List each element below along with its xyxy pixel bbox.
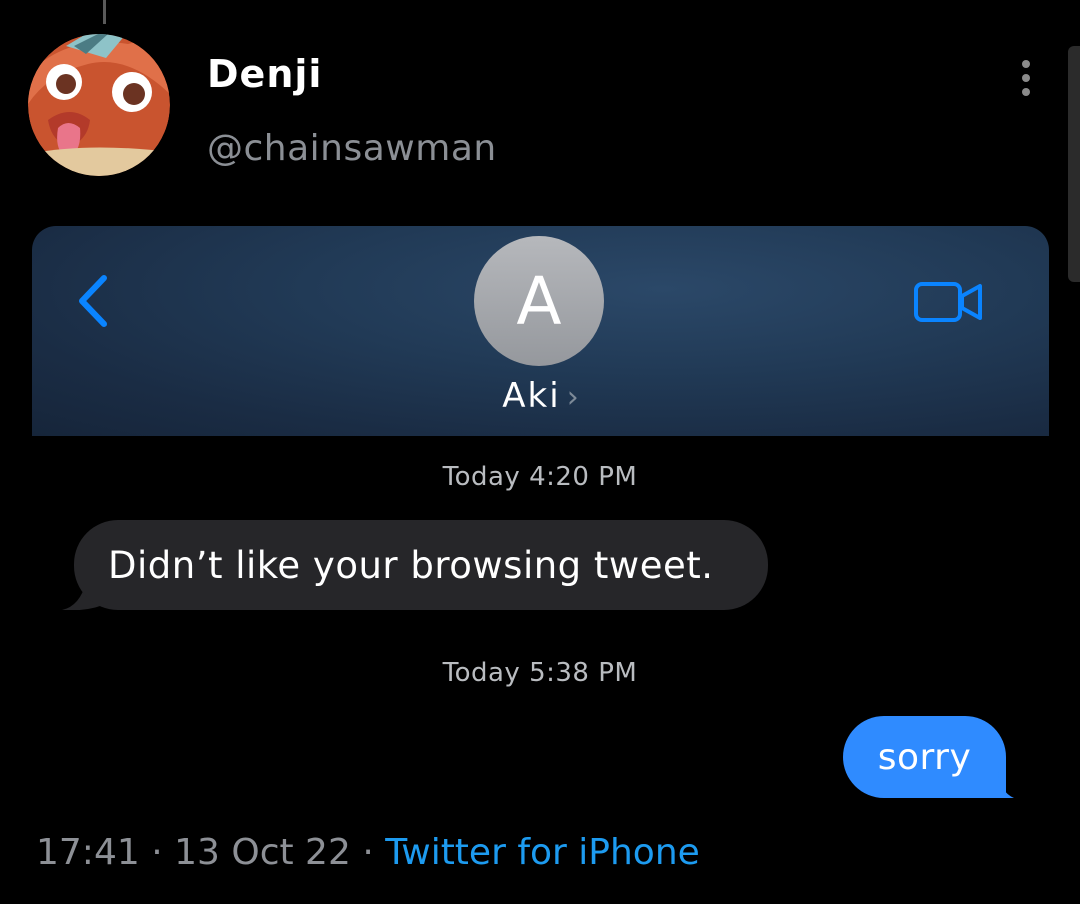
received-message-text: Didn’t like your browsing tweet. — [108, 543, 714, 587]
sent-message-text: sorry — [877, 736, 972, 778]
thread-connector-line — [103, 0, 106, 24]
separator-dot: · — [362, 832, 374, 873]
contact-name-button[interactable]: Aki › — [32, 376, 1049, 416]
sent-message-bubble[interactable]: sorry — [843, 716, 1006, 798]
tweet-metadata: 17:41 · 13 Oct 22 · Twitter for iPhone — [36, 832, 700, 873]
more-vertical-icon-dot — [1022, 74, 1030, 82]
more-vertical-icon-dot — [1022, 88, 1030, 96]
separator-dot: · — [151, 832, 163, 873]
more-vertical-icon — [1022, 60, 1030, 68]
user-handle[interactable]: @chainsawman — [207, 128, 497, 169]
tweet-date[interactable]: 13 Oct 22 — [174, 832, 351, 873]
sent-bubble-tail — [988, 772, 1014, 798]
contact-avatar[interactable]: A — [474, 236, 604, 366]
video-camera-icon[interactable] — [912, 278, 986, 326]
tweet-time[interactable]: 17:41 — [36, 832, 140, 873]
display-name[interactable]: Denji — [207, 52, 322, 96]
imessage-header: A Aki › — [32, 226, 1049, 436]
tweet-source-link[interactable]: Twitter for iPhone — [385, 832, 700, 873]
more-options-button[interactable] — [1010, 56, 1042, 100]
scrollbar[interactable] — [1068, 46, 1080, 282]
chainsaw-devil-avatar-icon — [28, 34, 170, 176]
contact-name: Aki — [502, 376, 561, 416]
chevron-left-icon[interactable] — [76, 274, 110, 328]
chevron-right-icon: › — [566, 380, 579, 415]
message-timestamp: Today 4:20 PM — [442, 462, 638, 492]
received-message-bubble[interactable]: Didn’t like your browsing tweet. — [74, 520, 768, 610]
message-timestamp: Today 5:38 PM — [442, 658, 638, 688]
avatar[interactable] — [28, 34, 170, 176]
